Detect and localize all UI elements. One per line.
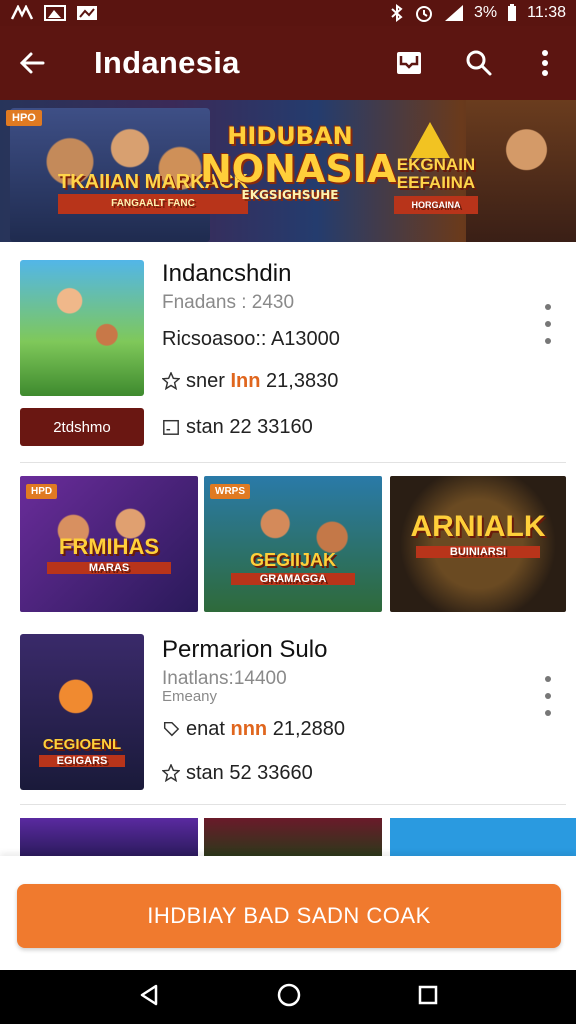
image-notification-icon	[44, 5, 66, 21]
item1-line2: Ricsoasoo:: A13000	[162, 328, 340, 350]
star-icon	[162, 372, 180, 390]
more-vert-icon	[542, 50, 548, 76]
item2-line4-label: stan	[186, 762, 224, 784]
item2-line2: Emeany	[162, 688, 218, 705]
grid-tile-3[interactable]: ARNIALK BUINIARSI	[390, 476, 566, 612]
item1-title[interactable]: Indancshdin	[162, 260, 291, 288]
notification-icons	[10, 5, 98, 21]
grid-tile-2[interactable]: WRPS GEGIIJAK GRAMAGGA	[204, 476, 382, 612]
battery-icon	[508, 4, 517, 21]
item2-thumbnail[interactable]: CEGIOENL EGIGARS	[20, 634, 144, 790]
grid-tile-3-text: ARNIALK	[410, 510, 546, 543]
grid-tile-2-tag: WRPS	[210, 484, 250, 499]
item2-more-button[interactable]	[536, 672, 560, 720]
search-icon	[466, 50, 492, 76]
circle-home-icon	[277, 983, 301, 1006]
banner-tag: HPO	[6, 110, 42, 126]
grid-tile-1-title: FRMIHAS MARAS	[20, 534, 198, 574]
item2-thumbnail-sub: EGIGARS	[38, 755, 126, 767]
item1-line4: stan 22 33160	[162, 416, 313, 439]
banner-title-line2: NONASIA	[200, 147, 397, 191]
divider	[20, 804, 566, 805]
item2-line1: Inatlans:14400	[162, 668, 287, 689]
item1-line3: sner Inn 21,3830	[162, 370, 338, 393]
item1-line3-value: 21,3830	[266, 370, 339, 392]
grid-tile-2-text: GEGIIJAK	[249, 550, 337, 570]
tag-icon	[163, 721, 180, 737]
banner-right-title: EKGNAIN EEFAIINA HORGAINA	[394, 156, 478, 214]
grid-tile-1-tag: HPD	[26, 484, 58, 499]
nav-recents-button[interactable]	[417, 984, 439, 1011]
status-bar: 3% 11:38	[0, 0, 576, 26]
item2-line3-label: enat	[186, 718, 225, 740]
arrow-left-icon	[19, 52, 45, 74]
partial-tile-3[interactable]	[390, 818, 576, 858]
grid-tile-3-sub: BUINIARSI	[416, 546, 540, 558]
photo-notification-icon	[77, 6, 97, 20]
app-notification-icon	[10, 5, 34, 20]
item2-line3-highlight: nnn	[230, 718, 268, 740]
grid-tile-1-sub: MARAS	[46, 562, 172, 574]
inbox-icon	[397, 52, 421, 74]
banner-cowboy-image	[466, 100, 576, 242]
item1-thumbnail[interactable]	[20, 260, 144, 396]
bluetooth-icon	[391, 4, 403, 22]
square-recents-icon	[418, 985, 437, 1004]
banner-right-line1: EKGNAIN	[396, 155, 476, 174]
nav-back-button[interactable]	[137, 983, 161, 1012]
overflow-menu-button[interactable]	[514, 26, 576, 100]
item2-line3-value: 21,2880	[272, 718, 346, 740]
item2-line3: enat nnn 21,2880	[162, 718, 345, 741]
inbox-button[interactable]	[374, 26, 444, 100]
system-icons: 3% 11:38	[390, 4, 566, 22]
back-button[interactable]	[0, 26, 64, 100]
item2-line4: stan 52 33660	[162, 762, 313, 785]
triangle-back-icon	[141, 984, 158, 1005]
app-bar: Indanesia	[0, 26, 576, 100]
page-title: Indanesia	[94, 45, 240, 80]
banner-right-line2: EEFAIINA	[396, 173, 476, 192]
cta-button[interactable]: IHDBIAY BAD SADN COAK	[17, 884, 561, 948]
grid-tile-1[interactable]: HPD FRMIHAS MARAS	[20, 476, 198, 612]
grid-tile-3-title: ARNIALK BUINIARSI	[390, 510, 566, 558]
battery-percent: 3%	[474, 4, 498, 21]
item1-line3-highlight: Inn	[230, 370, 261, 392]
item2-line4-value: 52 33660	[229, 762, 313, 784]
search-button[interactable]	[444, 26, 514, 100]
alarm-icon	[416, 6, 433, 22]
partial-tile-1[interactable]	[20, 818, 198, 858]
item1-action-button[interactable]: 2tdshmo	[20, 408, 144, 446]
item1-line4-label: stan	[186, 416, 224, 438]
item1-line1: Fnadans : 2430	[162, 292, 295, 313]
star-icon	[162, 764, 180, 782]
signal-icon	[445, 5, 464, 21]
item1-line3-label: sner	[186, 370, 225, 392]
next-row-partial	[0, 818, 576, 858]
partial-tile-2[interactable]	[204, 818, 382, 858]
calendar-icon	[163, 419, 179, 435]
banner-title-line1: HIDUBAN	[227, 122, 353, 150]
banner-title: HIDUBAN NONASIA EKGSIGHSUHE	[200, 122, 397, 202]
item2-title[interactable]: Permarion Sulo	[162, 636, 327, 664]
item1-line4-value: 22 33160	[229, 416, 313, 438]
nav-home-button[interactable]	[276, 982, 302, 1013]
item2-thumbnail-text: CEGIOENL	[42, 736, 122, 753]
banner-badge-icon	[410, 122, 450, 158]
promo-banner[interactable]: HPO TKAIIAN MARKACK FANGAALT FANC HIDUBA…	[0, 100, 576, 242]
item2-thumbnail-title: CEGIOENL EGIGARS	[20, 736, 144, 767]
grid-tile-1-text: FRMIHAS	[58, 534, 160, 559]
system-nav-bar	[0, 970, 576, 1024]
clock: 11:38	[527, 4, 566, 21]
banner-right-sub: HORGAINA	[394, 196, 478, 214]
grid-tile-2-sub: GRAMAGGA	[230, 573, 356, 585]
item1-more-button[interactable]	[536, 300, 560, 348]
grid-tile-2-title: GEGIIJAK GRAMAGGA	[204, 550, 382, 585]
divider	[20, 462, 566, 463]
